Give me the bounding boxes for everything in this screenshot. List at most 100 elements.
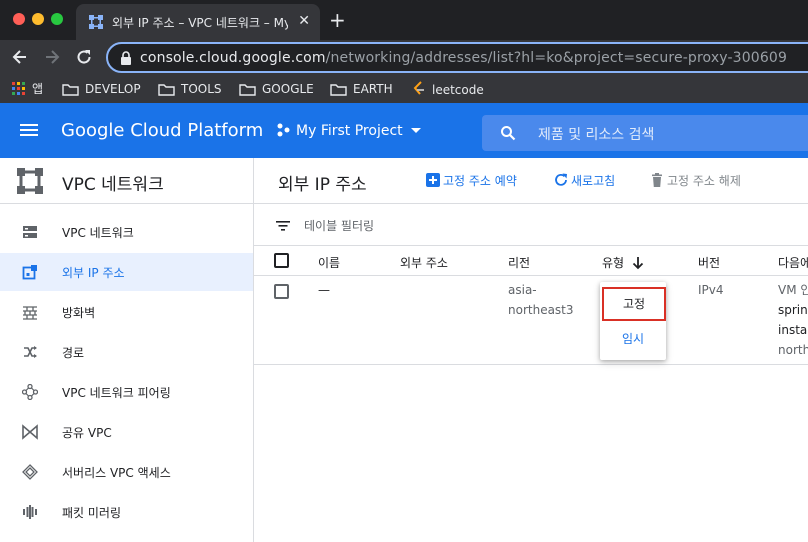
back-arrow-icon[interactable] (10, 47, 30, 67)
sidebar-item-label: 패킷 미러링 (62, 506, 122, 520)
project-name: My First Project (296, 123, 403, 139)
cell-used-by-line3[interactable]: insta (778, 320, 807, 340)
minimize-window-button[interactable] (32, 13, 44, 25)
cell-region-line1: asia- (508, 283, 537, 297)
zoom-window-button[interactable] (51, 13, 63, 25)
sidebar-item-external-ip[interactable]: 외부 IP 주소 (0, 253, 253, 291)
cell-version: IPv4 (698, 283, 724, 297)
browser-tab[interactable]: 외부 IP 주소 – VPC 네트워크 – My First Project –… (76, 4, 320, 40)
folder-icon (158, 84, 175, 96)
search-icon (501, 126, 516, 141)
sidebar-item-label: 경로 (62, 346, 85, 360)
sidebar-item-serverless-vpc[interactable]: 서버리스 VPC 액세스 (0, 453, 253, 491)
column-external-address[interactable]: 외부 주소 (400, 254, 448, 271)
bookmark-label: DEVELOP (85, 82, 141, 96)
arrow-down-icon[interactable] (632, 256, 644, 270)
tab-title: 외부 IP 주소 – VPC 네트워크 – My First Project –… (112, 16, 288, 30)
url-path: /networking/addresses/list?hl=ko&project… (325, 50, 788, 66)
menu-icon[interactable] (20, 124, 38, 136)
sidebar-item-label: 외부 IP 주소 (62, 266, 125, 280)
reserve-static-address-button[interactable]: 고정 주소 예약 (426, 172, 517, 189)
project-dots-icon (277, 123, 290, 137)
bookmark-apps[interactable]: 앱 (12, 81, 43, 97)
forward-arrow-icon[interactable] (42, 47, 62, 67)
lock-icon (121, 51, 131, 65)
sidebar-item-routes[interactable]: 경로 (0, 333, 253, 371)
type-option-static[interactable]: 고정 (602, 287, 666, 321)
reload-icon[interactable] (74, 47, 94, 67)
sidebar-header: VPC 네트워크 (0, 158, 253, 204)
sidebar-item-shared-vpc[interactable]: 공유 VPC (0, 413, 253, 451)
column-used-by[interactable]: 다음에 (778, 254, 808, 271)
peering-icon (22, 384, 38, 400)
bookmark-google[interactable]: GOOGLE (239, 81, 314, 97)
cell-used-by-line2[interactable]: sprin (778, 300, 808, 320)
sidebar-item-firewall[interactable]: 방화벽 (0, 293, 253, 331)
folder-icon (330, 84, 347, 96)
sidebar: VPC 네트워크 VPC 네트워크 외부 IP 주소 방화벽 경로 VPC 네트… (0, 158, 254, 542)
apps-grid-icon (12, 82, 25, 95)
folder-icon (239, 84, 256, 96)
shared-vpc-icon (22, 424, 38, 440)
bookmark-develop[interactable]: DEVELOP (62, 81, 141, 97)
bookmark-leetcode[interactable]: leetcode (412, 81, 484, 97)
sidebar-title: VPC 네트워크 (62, 175, 164, 195)
release-label: 고정 주소 해제 (667, 174, 741, 188)
sidebar-item-label: 서버리스 VPC 액세스 (62, 466, 171, 480)
leetcode-icon (413, 81, 424, 95)
browser-toolbar: console.cloud.google.com/networking/addr… (0, 40, 808, 75)
filter-icon (276, 221, 290, 231)
cell-name: — (318, 283, 330, 297)
cell-region-line2: northeast3 (508, 303, 574, 317)
add-box-icon (426, 173, 440, 187)
refresh-label: 새로고침 (571, 174, 616, 188)
column-name[interactable]: 이름 (318, 254, 340, 271)
delete-icon (652, 173, 662, 187)
packet-mirroring-icon (23, 505, 37, 519)
bookmarks-bar: 앱 DEVELOP TOOLS GOOGLE EARTH leetcode (0, 75, 808, 103)
browser-tab-bar: 외부 IP 주소 – VPC 네트워크 – My First Project –… (0, 0, 808, 40)
close-window-button[interactable] (13, 13, 25, 25)
sidebar-item-label: VPC 네트워크 (62, 226, 134, 240)
filter-input[interactable]: 테이블 필터링 (304, 217, 374, 234)
sidebar-item-label: 방화벽 (62, 306, 96, 320)
bookmark-label: 앱 (32, 82, 44, 96)
type-option-ephemeral[interactable]: 임시 (600, 323, 666, 355)
sidebar-item-vpc-peering[interactable]: VPC 네트워크 피어링 (0, 373, 253, 411)
bookmark-label: EARTH (353, 82, 393, 96)
refresh-button[interactable]: 새로고침 (554, 172, 615, 189)
column-region[interactable]: 리전 (508, 254, 530, 271)
url-host: console.cloud.google.com (140, 50, 326, 66)
table-row: — asia- northeast3 IPv4 VM 인 sprin insta… (254, 276, 808, 365)
select-all-checkbox[interactable] (274, 253, 289, 268)
bookmark-earth[interactable]: EARTH (330, 81, 393, 97)
new-tab-button[interactable]: + (329, 8, 346, 32)
vpc-product-icon (17, 168, 43, 194)
table-filter[interactable]: 테이블 필터링 (254, 204, 808, 246)
gcp-logo[interactable]: Google Cloud Platform (61, 120, 263, 141)
search-bar[interactable]: 제품 및 리소스 검색 (482, 115, 808, 151)
release-static-address-button[interactable]: 고정 주소 해제 (650, 172, 741, 189)
address-bar[interactable]: console.cloud.google.com/networking/addr… (106, 42, 808, 73)
sidebar-item-vpc-network[interactable]: VPC 네트워크 (0, 213, 253, 251)
page-header: 외부 IP 주소 고정 주소 예약 새로고침 고정 주소 해제 (254, 158, 808, 204)
bookmark-label: TOOLS (181, 82, 222, 96)
bookmark-tools[interactable]: TOOLS (158, 81, 222, 97)
sidebar-item-packet-mirroring[interactable]: 패킷 미러링 (0, 493, 253, 531)
project-selector[interactable]: My First Project (276, 123, 421, 139)
folder-icon (62, 84, 79, 96)
routes-icon (24, 346, 37, 358)
table-header: 이름 외부 주소 리전 유형 버전 다음에 (254, 246, 808, 276)
gcp-header: Google Cloud Platform My First Project 제… (0, 103, 808, 158)
tab-close-icon[interactable]: ✕ (298, 12, 310, 30)
column-type[interactable]: 유형 (602, 254, 644, 271)
search-input[interactable]: 제품 및 리소스 검색 (538, 124, 654, 144)
column-type-label: 유형 (602, 256, 625, 270)
column-version[interactable]: 버전 (698, 254, 720, 271)
vpc-network-icon (23, 226, 37, 238)
main-content: 외부 IP 주소 고정 주소 예약 새로고침 고정 주소 해제 테이블 필터링 … (254, 158, 808, 542)
type-dropdown-menu: 고정 임시 (600, 282, 666, 360)
refresh-icon (555, 173, 567, 186)
row-checkbox[interactable] (274, 284, 289, 299)
bookmark-label: GOOGLE (262, 82, 314, 96)
